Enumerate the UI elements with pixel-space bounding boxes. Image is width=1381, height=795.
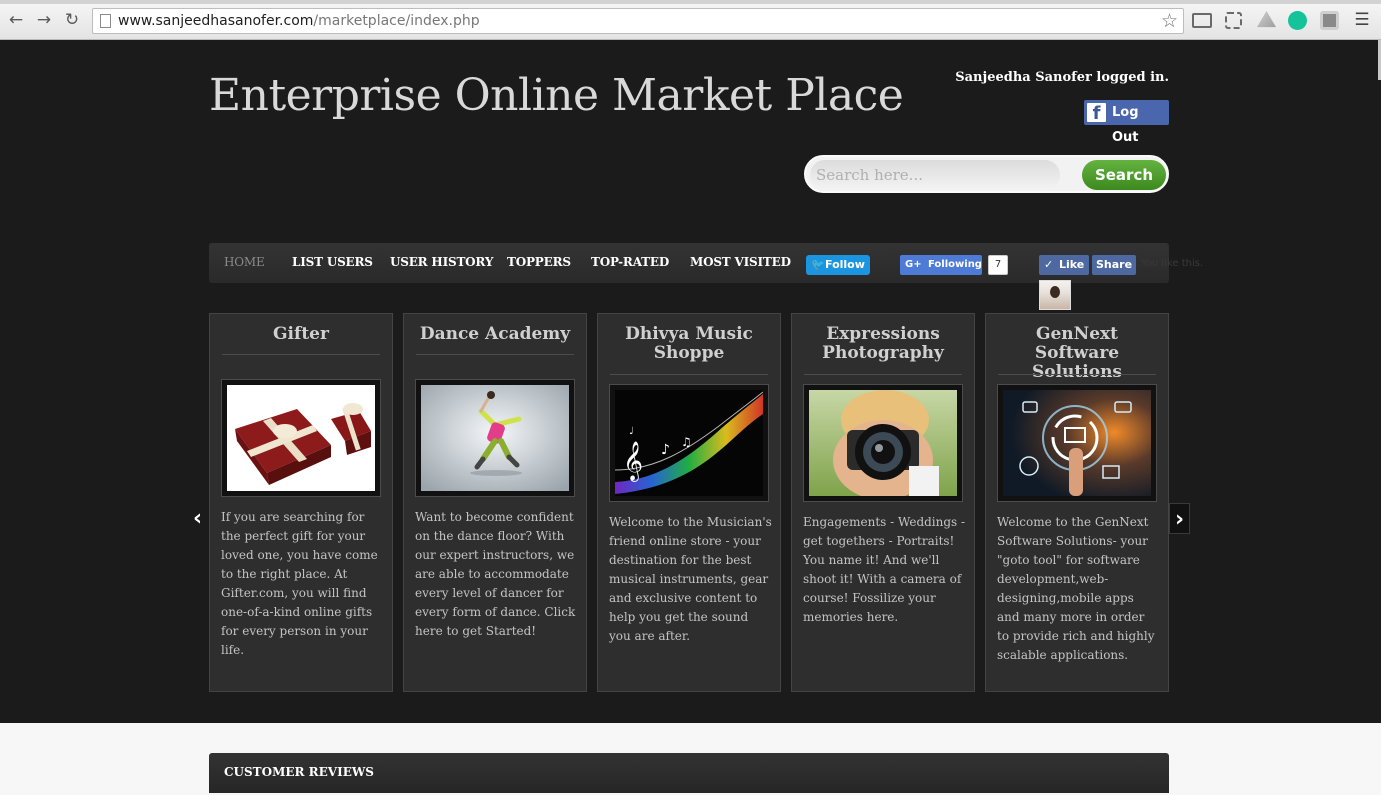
logged-in-status: Sanjeedha Sanofer logged in. xyxy=(955,70,1169,85)
search-form: Search xyxy=(804,155,1169,193)
twitter-bird-icon: 🐦 xyxy=(811,258,825,271)
card-image-frame[interactable]: 𝄞 ♪ ♫ ♩ xyxy=(609,384,769,502)
svg-text:♫: ♫ xyxy=(681,435,692,449)
svg-text:♩: ♩ xyxy=(629,426,634,437)
browser-toolbar: ← → ↻ www.sanjeedhasanofer.com/marketpla… xyxy=(0,0,1381,40)
nav-item-most-visited[interactable]: MOST VISITED xyxy=(690,255,791,269)
business-card-dance-academy[interactable]: Dance Academy Want to become confident o… xyxy=(403,313,587,692)
bookmark-star-icon[interactable]: ☆ xyxy=(1161,10,1178,32)
facebook-like-text: You like this. xyxy=(1141,258,1204,269)
menu-icon[interactable]: ☰ xyxy=(1351,9,1373,31)
dancer-image xyxy=(421,385,569,491)
business-card-gifter[interactable]: Gifter If you are searching for the perf… xyxy=(209,313,393,692)
grammarly-extension-icon[interactable] xyxy=(1288,11,1307,30)
business-card-gennext-software-solutions[interactable]: GenNext Software Solutions Welcome to th… xyxy=(985,313,1169,692)
url-text[interactable]: www.sanjeedhasanofer.com/marketplace/ind… xyxy=(118,13,480,29)
card-divider xyxy=(804,374,962,375)
card-divider xyxy=(610,374,768,375)
like-check-icon: ✓ xyxy=(1044,258,1054,271)
nav-item-top-rated[interactable]: TOP-RATED xyxy=(591,255,669,269)
facebook-icon: f xyxy=(1087,103,1106,124)
logout-label: Log Out xyxy=(1112,105,1139,145)
card-description: Want to become confident on the dance fl… xyxy=(415,510,576,638)
google-plus-following-button[interactable]: G+ Following xyxy=(900,255,982,275)
nav-item-toppers[interactable]: TOPPERS xyxy=(507,255,571,269)
svg-text:♪: ♪ xyxy=(661,442,670,458)
carousel-prev-button[interactable]: ‹ xyxy=(187,503,208,534)
site-title: Enterprise Online Market Place xyxy=(209,70,904,121)
technology-image xyxy=(1003,390,1151,496)
screenshot-extension-icon[interactable] xyxy=(1225,12,1242,29)
google-plus-icon: G+ xyxy=(905,259,922,270)
card-divider xyxy=(222,354,380,355)
customer-reviews-title: CUSTOMER REVIEWS xyxy=(224,765,374,779)
card-title[interactable]: Expressions Photography xyxy=(804,325,962,363)
url-domain: www.sanjeedhasanofer.com xyxy=(118,13,314,29)
tab-strip xyxy=(0,0,1381,4)
card-image-frame[interactable] xyxy=(997,384,1157,502)
extension-icon[interactable] xyxy=(1320,11,1339,30)
nav-item-list-users[interactable]: LIST USERS xyxy=(292,255,373,269)
facebook-like-label: Like xyxy=(1059,258,1085,271)
business-card-dhivya-music-shoppe[interactable]: Dhivya Music Shoppe 𝄞 ♪ ♫ ♩ Welcome to t… xyxy=(597,313,781,692)
music-waves-image: 𝄞 ♪ ♫ ♩ xyxy=(615,390,763,496)
forward-arrow-icon[interactable]: → xyxy=(33,9,55,31)
google-plus-label: Following xyxy=(928,259,982,270)
card-divider xyxy=(998,374,1156,375)
card-divider xyxy=(416,354,574,355)
card-description: Welcome to the GenNext Software Solution… xyxy=(997,515,1155,662)
search-input[interactable] xyxy=(810,160,1060,190)
card-title[interactable]: Dhivya Music Shoppe xyxy=(610,325,768,363)
business-card-expressions-photography[interactable]: Expressions Photography Engagements - We… xyxy=(791,313,975,692)
card-title[interactable]: Gifter xyxy=(222,325,380,344)
card-image-frame[interactable] xyxy=(221,379,381,497)
photographer-image xyxy=(809,390,957,496)
address-bar[interactable]: www.sanjeedhasanofer.com/marketplace/ind… xyxy=(92,8,1184,34)
google-plus-count: 7 xyxy=(988,255,1008,275)
svg-text:𝄞: 𝄞 xyxy=(623,441,643,482)
main-navigation: HOME LIST USERS USER HISTORY TOPPERS TOP… xyxy=(209,243,1203,283)
search-button[interactable]: Search xyxy=(1082,160,1166,190)
drive-extension-icon[interactable] xyxy=(1257,11,1276,28)
card-description: Welcome to the Musician's friend online … xyxy=(609,515,772,643)
back-arrow-icon[interactable]: ← xyxy=(5,9,27,31)
logout-button[interactable]: f Log Out xyxy=(1084,100,1169,145)
nav-item-user-history[interactable]: USER HISTORY xyxy=(390,255,493,269)
card-image-frame[interactable] xyxy=(415,379,575,497)
nav-item-home[interactable]: HOME xyxy=(224,255,265,269)
card-title[interactable]: Dance Academy xyxy=(416,325,574,344)
customer-reviews-header: CUSTOMER REVIEWS xyxy=(209,753,1169,793)
avatar xyxy=(1039,280,1071,310)
facebook-like-button[interactable]: ✓ Like xyxy=(1039,255,1089,275)
card-description: Engagements - Weddings - get togethers -… xyxy=(803,515,966,624)
url-path: /marketplace/index.php xyxy=(313,13,480,29)
reload-icon[interactable]: ↻ xyxy=(61,9,83,31)
twitter-follow-label: Follow xyxy=(825,258,865,271)
card-description: If you are searching for the perfect gif… xyxy=(221,510,378,657)
twitter-follow-button[interactable]: 🐦 Follow xyxy=(806,255,870,275)
page-icon xyxy=(100,14,111,28)
facebook-share-button[interactable]: Share xyxy=(1092,255,1136,275)
gift-box-image xyxy=(227,385,375,491)
carousel-next-button[interactable]: › xyxy=(1169,503,1190,534)
card-image-frame[interactable] xyxy=(803,384,963,502)
cast-icon[interactable] xyxy=(1192,13,1212,28)
